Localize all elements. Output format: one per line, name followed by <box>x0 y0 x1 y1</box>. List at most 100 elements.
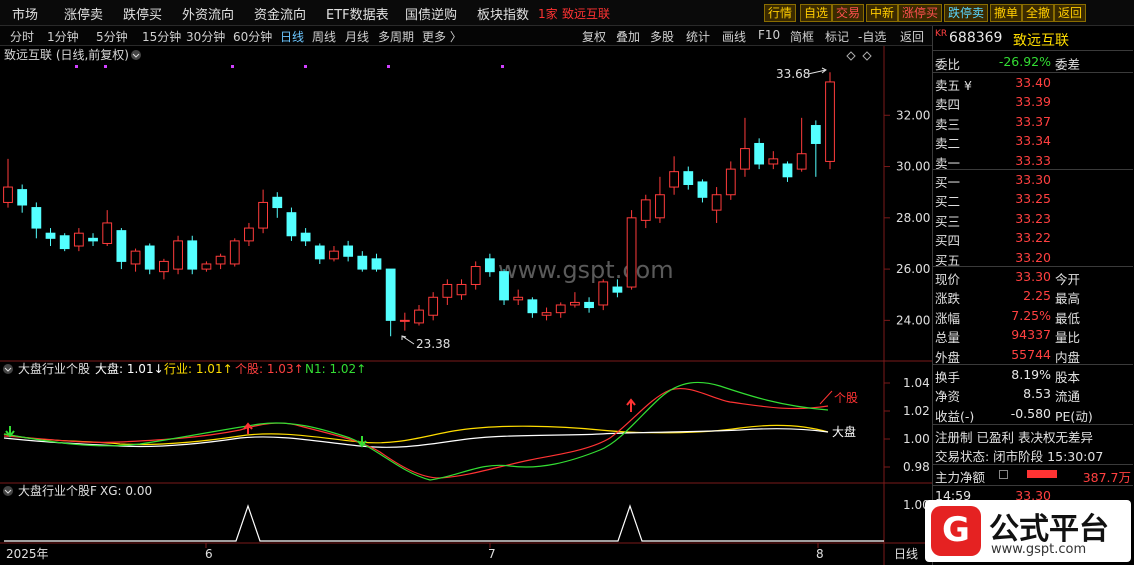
period-5min[interactable]: 5分钟 <box>96 28 128 45</box>
candle[interactable] <box>669 156 679 195</box>
candle[interactable] <box>725 161 736 200</box>
candle[interactable] <box>258 189 268 234</box>
f10-button[interactable]: F10 <box>758 28 780 42</box>
candle[interactable] <box>768 151 779 170</box>
candle[interactable] <box>640 194 651 229</box>
candle[interactable] <box>541 307 552 321</box>
stat-row[interactable]: 总量 94337 量比 <box>935 326 1131 345</box>
candle[interactable] <box>399 312 410 331</box>
event-marker[interactable] <box>304 65 307 68</box>
candle[interactable] <box>201 261 212 272</box>
buy-order-row[interactable]: 买四 33.22 <box>935 229 1131 248</box>
candle[interactable] <box>45 228 56 247</box>
limit-down-sell-button[interactable]: 跌停卖 <box>944 4 989 22</box>
candle[interactable] <box>697 179 708 203</box>
candle[interactable] <box>385 268 396 337</box>
stat-row[interactable]: 收益(-) -0.580 PE(动) <box>935 405 1131 424</box>
sell-order-row[interactable]: 卖一 33.33 <box>935 152 1131 171</box>
candle[interactable] <box>584 297 594 313</box>
candle[interactable] <box>740 117 750 177</box>
new-stock-button[interactable]: 中新 <box>866 4 899 22</box>
candle[interactable] <box>357 251 368 272</box>
candle[interactable] <box>187 235 198 275</box>
period-daily[interactable]: 日线 <box>280 28 304 45</box>
period-weekly[interactable]: 周线 <box>312 28 336 45</box>
event-marker[interactable] <box>387 65 390 68</box>
period-multi[interactable]: 多周期 <box>378 28 414 45</box>
stat-row[interactable]: 涨幅 7.25% 最低 <box>935 307 1131 326</box>
menu-item-fund-flow[interactable]: 资金流向 <box>254 4 306 23</box>
candle[interactable] <box>499 269 509 305</box>
mark-button[interactable]: 标记 <box>825 28 849 45</box>
simple-frame-button[interactable]: 简框 <box>790 28 814 45</box>
candle[interactable] <box>527 297 538 318</box>
watchlist-button[interactable]: 自选 <box>800 4 833 22</box>
sell-order-row[interactable]: 卖三 33.37 <box>935 113 1131 132</box>
candle[interactable] <box>626 210 637 290</box>
stat-row[interactable]: 外盘 55744 内盘 <box>935 346 1131 365</box>
stats-button[interactable]: 统计 <box>686 28 710 45</box>
sell-order-row[interactable]: 卖五 ¥ 33.40 <box>935 74 1131 93</box>
candle[interactable] <box>456 279 467 300</box>
candle[interactable] <box>3 158 13 208</box>
candle[interactable] <box>555 302 566 318</box>
candle[interactable] <box>598 279 609 311</box>
candle[interactable] <box>683 166 694 190</box>
stat-row[interactable]: 换手 8.19% 股本 <box>935 366 1131 385</box>
diamond-icon-2[interactable] <box>862 51 872 61</box>
event-marker[interactable] <box>501 65 504 68</box>
candle[interactable] <box>343 240 354 262</box>
adjust-button[interactable]: 复权 <box>582 28 606 45</box>
buy-order-row[interactable]: 买三 33.23 <box>935 210 1131 229</box>
menu-item-repo[interactable]: 国债逆购 <box>405 4 457 23</box>
candle[interactable] <box>442 279 453 305</box>
chart-area[interactable]: 致远互联 (日线,前复权) 32.0030.0028.0026.0024.00 … <box>0 46 932 565</box>
menu-item-etf-table[interactable]: ETF数据表 <box>326 4 389 23</box>
period-monthly[interactable]: 月线 <box>345 28 369 45</box>
candle[interactable] <box>102 210 113 247</box>
candle[interactable] <box>144 243 155 275</box>
sell-order-row[interactable]: 卖四 33.39 <box>935 93 1131 112</box>
candle[interactable] <box>470 261 481 290</box>
buy-order-row[interactable]: 买一 33.30 <box>935 171 1131 190</box>
quote-button[interactable]: 行情 <box>764 4 797 22</box>
candle[interactable] <box>810 120 821 177</box>
candle[interactable] <box>796 117 807 172</box>
event-marker[interactable] <box>75 65 78 68</box>
candle[interactable] <box>782 161 793 182</box>
candle[interactable] <box>59 233 70 252</box>
menu-item-market[interactable]: 市场 <box>12 4 38 23</box>
candle[interactable] <box>754 138 765 170</box>
multi-stock-button[interactable]: 多股 <box>650 28 674 45</box>
candle[interactable] <box>570 292 580 308</box>
candle[interactable] <box>329 246 339 262</box>
stat-row[interactable]: 净资 8.53 流通 <box>935 385 1131 404</box>
candle[interactable] <box>825 72 835 170</box>
buy-order-row[interactable]: 买五 33.20 <box>935 249 1131 268</box>
back-button[interactable]: 返回 <box>1054 4 1087 22</box>
period-back-button[interactable]: 返回 <box>900 28 924 45</box>
candle[interactable] <box>300 228 311 247</box>
period-1min[interactable]: 1分钟 <box>47 28 79 45</box>
title-dropdown-icon[interactable] <box>131 50 141 60</box>
candle[interactable] <box>314 243 325 264</box>
period-30min[interactable]: 30分钟 <box>186 28 225 45</box>
candle[interactable] <box>229 238 240 267</box>
candle[interactable] <box>88 233 98 247</box>
ind1-dropdown-icon[interactable] <box>3 364 13 374</box>
candle[interactable] <box>215 253 226 270</box>
menu-item-limit-up-sell[interactable]: 涨停卖 <box>64 4 103 23</box>
candle[interactable] <box>130 248 141 272</box>
trade-button[interactable]: 交易 <box>832 4 865 22</box>
period-timeshare[interactable]: 分时 <box>10 28 34 45</box>
candle[interactable] <box>711 187 722 223</box>
menu-item-foreign-flow[interactable]: 外资流向 <box>182 4 234 23</box>
cancel-order-button[interactable]: 撤单 <box>990 4 1023 22</box>
menu-item-limit-down-buy[interactable]: 跌停买 <box>123 4 162 23</box>
event-marker[interactable] <box>231 65 234 68</box>
ind2-dropdown-icon[interactable] <box>3 486 13 496</box>
candle[interactable] <box>116 228 127 270</box>
menu-item-sector-index[interactable]: 板块指数 <box>477 4 529 23</box>
stat-row[interactable]: 涨跌 2.25 最高 <box>935 287 1131 306</box>
candle[interactable] <box>173 235 183 275</box>
